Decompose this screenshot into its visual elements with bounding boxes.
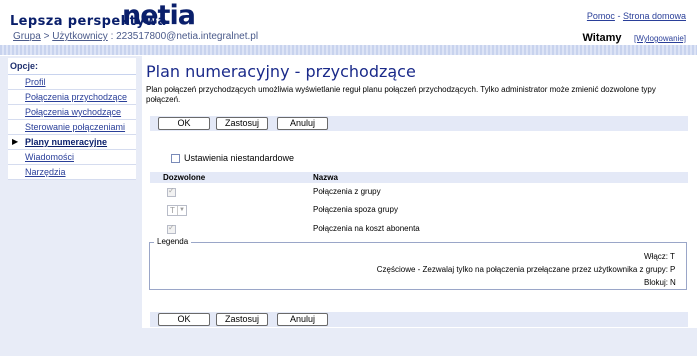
legend-label: Blokuj: xyxy=(643,278,668,287)
legend-entry: Włącz: T xyxy=(644,252,680,261)
sidebar-item-incoming-calls[interactable]: Połączenia przychodzące xyxy=(8,90,136,105)
cancel-button[interactable]: Anuluj xyxy=(277,117,328,130)
breadcrumb-separator: > xyxy=(43,31,50,42)
breadcrumb: Grupa > Użytkownicy : 223517800@netia.in… xyxy=(13,31,258,42)
main-content: Plan numeracyjny - przychodzące Plan poł… xyxy=(142,56,697,356)
sidebar-item-profile[interactable]: Profil xyxy=(8,75,136,90)
table-row: Połączenia na koszt abonenta xyxy=(150,222,688,236)
welcome-text: Witamy xyxy=(582,32,622,44)
breadcrumb-users-link[interactable]: Użytkownicy xyxy=(52,31,108,42)
apply-button[interactable]: Zastosuj xyxy=(216,117,268,130)
ok-button[interactable]: OK xyxy=(158,117,210,130)
legend-code: T xyxy=(670,252,675,261)
header: Lepsza perspektywa netia Pomoc - Strona … xyxy=(0,0,697,56)
active-bullet-icon: ▶ xyxy=(12,137,19,146)
sidebar-item-label[interactable]: Narzędzia xyxy=(25,167,66,177)
table-row: Połączenia z grupy xyxy=(150,185,688,199)
allowed-select-value: T xyxy=(170,206,175,215)
home-link[interactable]: Strona domowa xyxy=(623,11,686,21)
toolbar-top: OK Zastosuj Anuluj xyxy=(150,116,688,131)
sidebar-item-label[interactable]: Połączenia wychodzące xyxy=(25,107,121,117)
legend-code: P xyxy=(670,265,676,274)
legend-label: Częściowe - Zezwalaj tylko na połączenia… xyxy=(376,265,668,274)
sidebar: Opcje: Profil Połączenia przychodzące Po… xyxy=(0,56,142,356)
breadcrumb-group-link[interactable]: Grupa xyxy=(13,31,41,42)
help-link[interactable]: Pomoc xyxy=(587,11,615,21)
toolbar-bottom: OK Zastosuj Anuluj xyxy=(150,312,688,327)
legend-code: N xyxy=(670,278,676,287)
custom-settings: Ustawienia niestandardowe xyxy=(171,153,295,164)
top-links-separator: - xyxy=(617,11,621,21)
allowed-checkbox xyxy=(167,186,176,198)
legend-entry: Blokuj: N xyxy=(644,278,680,287)
legend-label: Włącz: xyxy=(644,252,668,261)
sidebar-item-tools[interactable]: Narzędzia xyxy=(8,165,136,180)
column-header-name: Nazwa xyxy=(313,173,338,182)
row-name: Połączenia spoza grupy xyxy=(313,205,398,214)
legend-entry: Częściowe - Zezwalaj tylko na połączenia… xyxy=(377,265,680,274)
allowed-checkbox xyxy=(167,223,176,235)
chevron-down-icon: ▼ xyxy=(177,206,186,215)
sidebar-item-dial-plans[interactable]: ▶ Plany numeracyjne xyxy=(8,135,136,150)
custom-settings-checkbox[interactable] xyxy=(171,154,180,164)
sidebar-item-label[interactable]: Plany numeracyjne xyxy=(25,137,107,147)
custom-settings-label: Ustawienia niestandardowe xyxy=(184,153,295,163)
breadcrumb-separator-colon: : xyxy=(110,31,114,42)
welcome-area: Witamy [Wylogowanie] xyxy=(583,32,687,44)
sidebar-menu: Opcje: Profil Połączenia przychodzące Po… xyxy=(8,58,136,180)
column-header-allowed: Dozwolone xyxy=(163,173,206,182)
logout-link[interactable]: [Wylogowanie] xyxy=(634,34,686,43)
sidebar-item-call-control[interactable]: Sterowanie połączeniami xyxy=(8,120,136,135)
sidebar-item-outgoing-calls[interactable]: Połączenia wychodzące xyxy=(8,105,136,120)
apply-button[interactable]: Zastosuj xyxy=(216,313,268,326)
row-name: Połączenia z grupy xyxy=(313,187,381,196)
sidebar-item-label[interactable]: Wiadomości xyxy=(25,152,74,162)
ok-button[interactable]: OK xyxy=(158,313,210,326)
legend-box: Legenda Włącz: T Częściowe - Zezwalaj tyl… xyxy=(149,237,687,290)
sidebar-item-label[interactable]: Połączenia przychodzące xyxy=(25,92,127,102)
legend-title: Legenda xyxy=(154,237,192,246)
table-header: Dozwolone Nazwa xyxy=(150,172,688,183)
netia-logo[interactable]: netia xyxy=(122,0,196,31)
sidebar-item-label[interactable]: Sterowanie połączeniami xyxy=(25,122,125,132)
table-row: T ▼ Połączenia spoza grupy xyxy=(150,203,688,217)
breadcrumb-user: 223517800@netia.integralnet.pl xyxy=(116,31,259,42)
cancel-button[interactable]: Anuluj xyxy=(277,313,328,326)
top-links: Pomoc - Strona domowa xyxy=(587,11,686,21)
page-title: Plan numeracyjny - przychodzące xyxy=(146,62,416,81)
page-description: Plan połączeń przychodzących umożliwia w… xyxy=(146,85,656,104)
sidebar-options-label: Opcje: xyxy=(8,58,136,75)
header-stripe xyxy=(0,45,697,55)
sidebar-item-messages[interactable]: Wiadomości xyxy=(8,150,136,165)
allowed-select: T ▼ xyxy=(167,205,187,216)
row-name: Połączenia na koszt abonenta xyxy=(313,224,420,233)
footer-area xyxy=(142,328,697,356)
sidebar-item-label[interactable]: Profil xyxy=(25,77,46,87)
